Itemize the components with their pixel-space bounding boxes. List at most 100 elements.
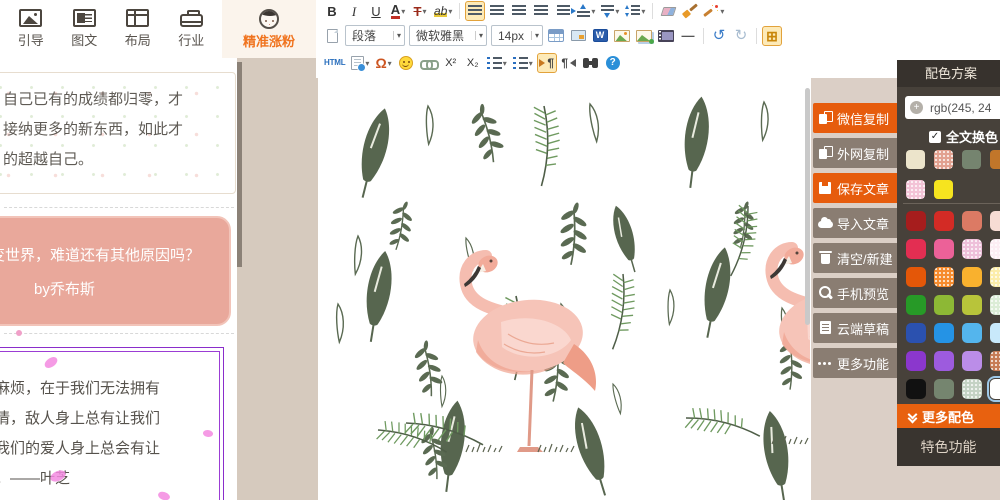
palette-color-swatch[interactable]: [934, 379, 954, 399]
theme-color-swatch[interactable]: [990, 150, 1000, 169]
import-article-button[interactable]: 导入文章: [813, 208, 901, 238]
palette-color-swatch[interactable]: [990, 239, 1000, 259]
special-character[interactable]: Ω▾: [373, 53, 393, 73]
save-article-button[interactable]: 保存文章: [813, 173, 901, 203]
palette-color-swatch[interactable]: [906, 239, 926, 259]
strikethrough-color[interactable]: T▾: [410, 1, 430, 21]
palette-color-swatch[interactable]: [906, 323, 926, 343]
palette-color-swatch[interactable]: [990, 379, 1000, 399]
precise-fans-button[interactable]: 精准涨粉: [222, 0, 316, 58]
palette-color-swatch[interactable]: [962, 211, 982, 231]
palette-color-swatch[interactable]: [906, 379, 926, 399]
checkbox-checked-icon[interactable]: ✓: [929, 131, 941, 143]
html-source[interactable]: HTML: [322, 53, 347, 73]
palette-color-swatch[interactable]: [934, 295, 954, 315]
line-height[interactable]: ▾: [623, 1, 647, 21]
nav-item-industry[interactable]: 行业: [166, 9, 216, 49]
unordered-list[interactable]: ▾: [511, 53, 535, 73]
template-card-quote-3[interactable]: 麻烦，在于我们无法拥有 情，敌人身上总有让我们 我们的爱人身上总会有让 。——叶…: [0, 347, 224, 500]
align-justify[interactable]: [531, 1, 551, 21]
palette-color-swatch[interactable]: [962, 267, 982, 287]
clear-new-button[interactable]: 清空/新建: [813, 243, 901, 273]
palette-color-swatch[interactable]: [990, 267, 1000, 287]
underline[interactable]: U: [366, 1, 386, 21]
palette-color-swatch[interactable]: [906, 211, 926, 231]
palette-color-swatch[interactable]: [934, 267, 954, 287]
special-features-section[interactable]: 特色功能: [897, 428, 1000, 466]
more-colors-button[interactable]: 更多配色: [897, 404, 1000, 428]
insert-album[interactable]: [634, 26, 654, 46]
emoji[interactable]: [396, 53, 416, 73]
color-picker-icon[interactable]: +: [910, 101, 923, 114]
new-document[interactable]: [322, 26, 342, 46]
align-right[interactable]: [509, 1, 529, 21]
palette-color-swatch[interactable]: [934, 323, 954, 343]
insert-divider[interactable]: —: [678, 26, 698, 46]
palette-color-swatch[interactable]: [906, 351, 926, 371]
paragraph-spacing-bottom[interactable]: ▾: [599, 1, 621, 21]
wechat-copy-button[interactable]: 微信复制: [813, 103, 901, 133]
font-color[interactable]: A▾: [388, 1, 408, 21]
import-word[interactable]: W: [590, 26, 610, 46]
format-eraser[interactable]: [658, 1, 678, 21]
nav-item-article[interactable]: 图文: [59, 9, 109, 49]
palette-color-swatch[interactable]: [990, 351, 1000, 371]
palette-color-swatch[interactable]: [990, 295, 1000, 315]
redo[interactable]: ↻: [731, 26, 751, 46]
palette-color-swatch[interactable]: [990, 211, 1000, 231]
font-family-select[interactable]: 微软雅黑▾: [409, 25, 487, 46]
palette-color-swatch[interactable]: [962, 239, 982, 259]
external-copy-button[interactable]: 外网复制: [813, 138, 901, 168]
palette-color-swatch[interactable]: [906, 295, 926, 315]
more-functions-button[interactable]: 更多功能: [813, 348, 901, 378]
palette-color-swatch[interactable]: [906, 267, 926, 287]
nav-item-guide[interactable]: 引导: [6, 9, 56, 49]
paragraph-ltr[interactable]: ¶: [537, 53, 557, 73]
nav-item-layout[interactable]: 布局: [113, 9, 163, 49]
sidebar-scrollbar[interactable]: [237, 62, 242, 267]
help[interactable]: ?: [603, 53, 623, 73]
recolor-all-toggle[interactable]: ✓ 全文换色: [897, 127, 1000, 146]
theme-color-swatch[interactable]: [934, 150, 953, 169]
page-properties[interactable]: ▾: [349, 53, 371, 73]
template-card-quote-2[interactable]: 变世界，难道还有其他原因吗？ by乔布斯: [0, 216, 231, 326]
canvas-scrollbar[interactable]: [805, 88, 810, 325]
theme-color-swatch[interactable]: [934, 180, 953, 199]
palette-color-swatch[interactable]: [962, 323, 982, 343]
subscript[interactable]: X₂: [463, 53, 483, 73]
ordered-list[interactable]: ▾: [485, 53, 509, 73]
color-value-input[interactable]: + rgb(245, 24: [905, 96, 1000, 119]
paragraph-spacing-top[interactable]: ▾: [575, 1, 597, 21]
highlight-pen[interactable]: ab▾: [432, 1, 454, 21]
cloud-draft-button[interactable]: 云端草稿: [813, 313, 901, 343]
one-key-typeset[interactable]: ▾: [702, 1, 726, 21]
undo[interactable]: ↺: [709, 26, 729, 46]
template-card-quote-1[interactable]: 自己已有的成绩都归零，才 接纳更多的新东西，如此才 的超越自己。: [0, 72, 236, 194]
collect-material[interactable]: [568, 26, 588, 46]
theme-color-swatch[interactable]: [906, 180, 925, 199]
italic[interactable]: I: [344, 1, 364, 21]
theme-color-swatch[interactable]: [962, 150, 981, 169]
hyperlink[interactable]: [418, 53, 439, 73]
palette-color-swatch[interactable]: [934, 351, 954, 371]
align-center[interactable]: [487, 1, 507, 21]
phone-preview-button[interactable]: 手机预览: [813, 278, 901, 308]
insert-video[interactable]: [656, 26, 676, 46]
fullscreen[interactable]: ⊞: [762, 26, 782, 46]
format-brush[interactable]: [680, 1, 700, 21]
palette-color-swatch[interactable]: [934, 239, 954, 259]
bold[interactable]: B: [322, 1, 342, 21]
insert-table[interactable]: [546, 26, 566, 46]
palette-color-swatch[interactable]: [962, 351, 982, 371]
palette-color-swatch[interactable]: [962, 379, 982, 399]
indent-paragraph[interactable]: [553, 1, 573, 21]
font-size-select[interactable]: 14px▾: [491, 25, 543, 46]
superscript[interactable]: X²: [441, 53, 461, 73]
palette-color-swatch[interactable]: [934, 211, 954, 231]
find-replace[interactable]: [581, 53, 601, 73]
align-left[interactable]: [465, 1, 485, 21]
palette-color-swatch[interactable]: [990, 323, 1000, 343]
palette-color-swatch[interactable]: [962, 295, 982, 315]
paragraph-rtl[interactable]: ¶: [559, 53, 579, 73]
insert-image[interactable]: [612, 26, 632, 46]
